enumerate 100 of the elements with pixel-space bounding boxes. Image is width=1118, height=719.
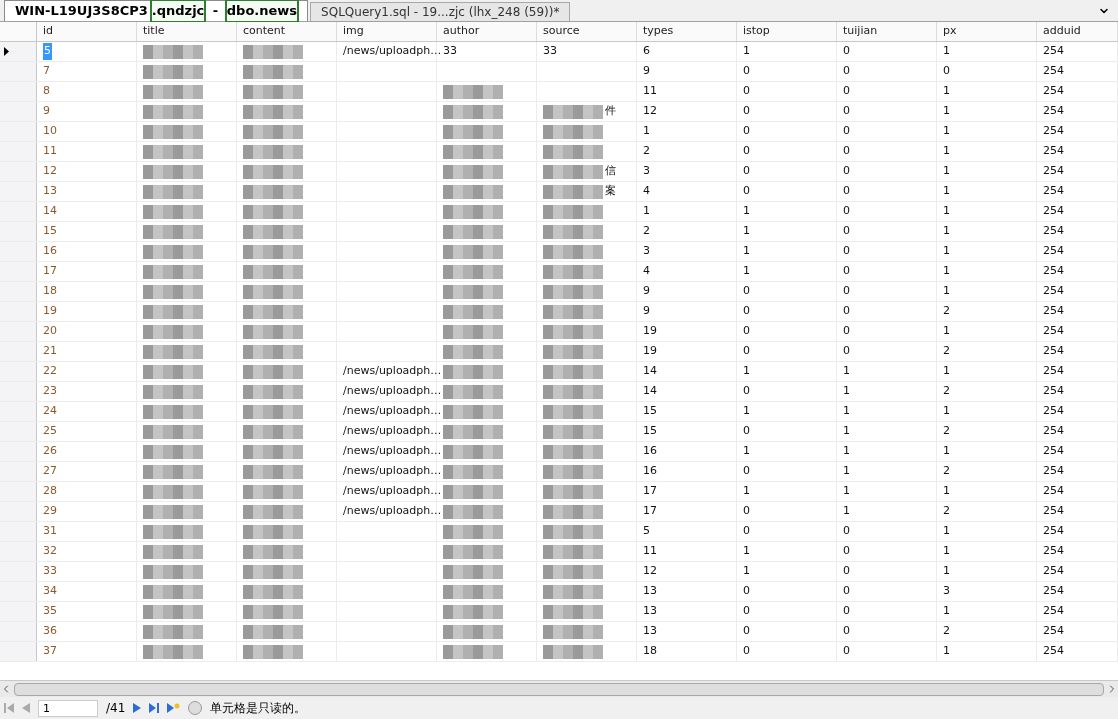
previous-record-icon[interactable]: [22, 703, 30, 713]
table-cell: 33: [43, 563, 57, 580]
table-cell: 11: [643, 83, 657, 100]
table-cell: /news/uploadph…: [343, 423, 442, 440]
table-cell: 254: [1043, 83, 1064, 100]
table-cell: 1: [943, 483, 950, 500]
scrollbar-thumb[interactable]: [14, 682, 1104, 696]
table-cell: 10: [43, 123, 57, 140]
table-cell: 254: [1043, 363, 1064, 380]
table-cell: 1: [943, 643, 950, 660]
table-cell: /news/uploadph…: [343, 403, 442, 420]
table-cell: 0: [943, 63, 950, 80]
table-cell: 14: [43, 203, 57, 220]
table-cell: 16: [643, 443, 657, 460]
table-cell: 254: [1043, 223, 1064, 240]
column-header[interactable]: adduid: [1037, 22, 1118, 41]
column-header[interactable]: title: [137, 22, 237, 41]
column-header[interactable]: tuijian: [837, 22, 937, 41]
column-header[interactable]: types: [637, 22, 737, 41]
column-header[interactable]: img: [337, 22, 437, 41]
table-cell: 19: [643, 323, 657, 340]
table-cell: 1: [943, 43, 950, 60]
new-record-icon[interactable]: [167, 703, 181, 713]
table-cell: 254: [1043, 143, 1064, 160]
next-record-icon[interactable]: [133, 703, 142, 713]
table-cell: 17: [643, 503, 657, 520]
table-cell: 2: [643, 143, 650, 160]
table-cell: 13: [643, 623, 657, 640]
document-tab[interactable]: SQLQuery1.sql - 19...zjc (lhx_248 (59))*: [310, 2, 571, 21]
column-header[interactable]: id: [37, 22, 137, 41]
table-cell: 9: [643, 283, 650, 300]
status-message: 单元格是只读的。: [210, 700, 307, 717]
table-cell: 2: [943, 423, 950, 440]
table-cell: 1: [743, 43, 750, 60]
table-cell: /news/uploadph…: [343, 443, 442, 460]
table-cell: 254: [1043, 523, 1064, 540]
table-cell: 案: [605, 183, 616, 200]
column-header[interactable]: px: [937, 22, 1037, 41]
table-cell: 254: [1043, 283, 1064, 300]
first-record-icon[interactable]: [4, 703, 14, 713]
document-tab[interactable]: WIN-L19UJ3S8CP3 .qndzjc - dbo.news: [4, 0, 309, 21]
table-cell: 254: [1043, 163, 1064, 180]
table-cell: /news/uploadph…: [343, 463, 442, 480]
table-cell: 1: [743, 203, 750, 220]
table-cell: 0: [843, 43, 850, 60]
table-cell: 34: [43, 583, 57, 600]
table-cell: 9: [643, 303, 650, 320]
table-cell: 1: [843, 443, 850, 460]
table-cell: 13: [43, 183, 57, 200]
table-cell: 件: [605, 103, 616, 120]
table-cell: 1: [943, 203, 950, 220]
table-cell: 14: [643, 383, 657, 400]
table-cell: 254: [1043, 583, 1064, 600]
table-cell: 16: [43, 243, 57, 260]
table-cell: 16: [643, 463, 657, 480]
table-cell: 0: [843, 203, 850, 220]
table-cell: 1: [743, 483, 750, 500]
table-cell: 254: [1043, 563, 1064, 580]
table-cell: 13: [643, 583, 657, 600]
table-cell: 1: [943, 263, 950, 280]
table-cell: 1: [943, 603, 950, 620]
table-cell: 0: [843, 123, 850, 140]
table-cell: 3: [643, 163, 650, 180]
table-cell: 1: [943, 123, 950, 140]
table-cell: 254: [1043, 403, 1064, 420]
table-cell: 0: [843, 183, 850, 200]
column-header[interactable]: content: [237, 22, 337, 41]
row-header[interactable]: [0, 42, 37, 61]
table-cell: 1: [843, 503, 850, 520]
table-cell: 0: [843, 283, 850, 300]
table-cell: 2: [943, 383, 950, 400]
table-cell: 0: [843, 323, 850, 340]
table-cell: 33: [543, 43, 557, 60]
table-cell: 33: [443, 43, 457, 60]
table-cell: 0: [843, 143, 850, 160]
table-cell: 0: [743, 423, 750, 440]
table-cell: 1: [943, 403, 950, 420]
record-field[interactable]: 1: [38, 699, 98, 717]
table-cell: 27: [43, 463, 57, 480]
table-cell: 0: [843, 63, 850, 80]
table-cell: 0: [843, 343, 850, 360]
table-cell: 1: [743, 263, 750, 280]
table-cell: 0: [743, 343, 750, 360]
table-cell: 0: [743, 603, 750, 620]
table-cell: 1: [943, 143, 950, 160]
table-cell: 9: [643, 63, 650, 80]
table-cell: 5: [643, 523, 650, 540]
table-cell: 3: [943, 583, 950, 600]
column-header[interactable]: author: [437, 22, 537, 41]
table-cell: /news/uploadph…: [343, 383, 442, 400]
last-record-icon[interactable]: [149, 703, 160, 713]
table-cell: 0: [743, 623, 750, 640]
table-cell: 254: [1043, 643, 1064, 660]
column-header[interactable]: istop: [737, 22, 837, 41]
table-cell: 信: [605, 163, 616, 180]
table-cell: 19: [43, 303, 57, 320]
stop-icon[interactable]: [188, 701, 203, 715]
table-cell: 0: [843, 243, 850, 260]
table-cell: 1: [643, 203, 650, 220]
column-header[interactable]: source: [537, 22, 637, 41]
